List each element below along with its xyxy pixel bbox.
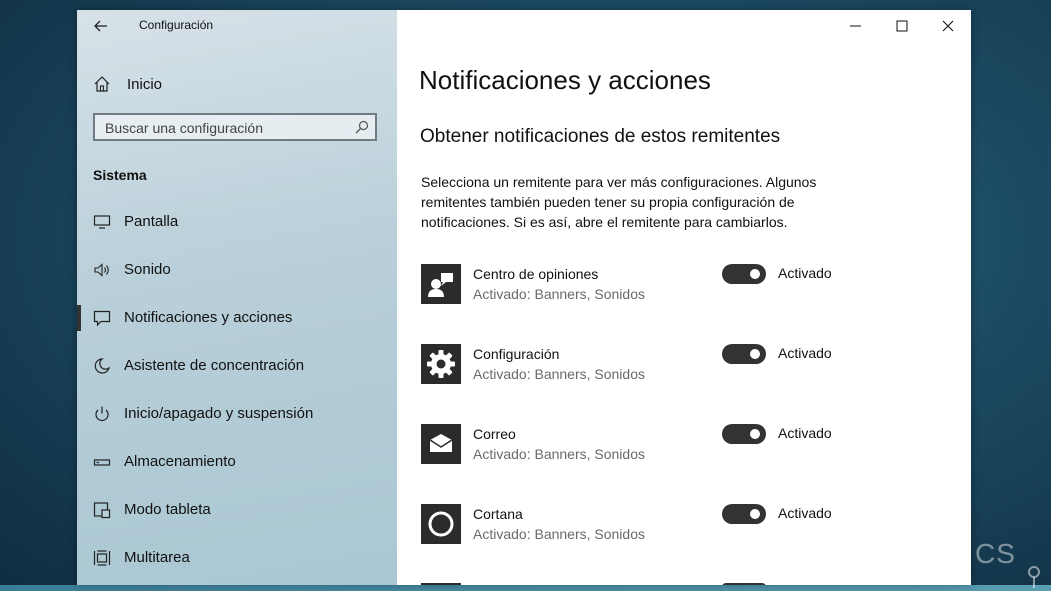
partial-sender-icon — [421, 583, 461, 585]
sidebar-item-label: Pantalla — [124, 213, 179, 230]
sidebar-item-home[interactable]: Inicio — [93, 72, 383, 96]
mail-icon — [421, 424, 461, 464]
settings-window: Configuración Inicio Sistema Pantalla — [77, 10, 971, 585]
sidebar-item-concentracion[interactable]: Asistente de concentración — [77, 351, 397, 381]
sidebar-item-pantalla[interactable]: Pantalla — [77, 207, 397, 237]
sender-status: Activado: Banners, Sonidos — [473, 286, 645, 302]
sidebar-item-multitarea[interactable]: Multitarea — [77, 543, 397, 573]
sidebar-item-label: Inicio/apagado y suspensión — [124, 405, 314, 422]
toggle-label: Activado — [778, 345, 832, 361]
sidebar-item-label: Notificaciones y acciones — [124, 309, 293, 326]
speaker-icon — [94, 263, 109, 277]
home-icon — [94, 76, 110, 92]
notification-icon — [93, 310, 111, 327]
cortana-icon — [421, 504, 461, 544]
sidebar-item-tableta[interactable]: Modo tableta — [77, 495, 397, 525]
sender-name: Centro de opiniones — [473, 266, 599, 282]
toggle-switch[interactable] — [722, 504, 766, 524]
toggle-knob — [750, 269, 760, 279]
window-title: Configuración — [139, 18, 214, 32]
toggle-switch[interactable] — [722, 344, 766, 364]
sender-row-cortana[interactable]: Cortana Activado: Banners, Sonidos Activ… — [421, 504, 921, 554]
main-content: Notificaciones y acciones Obtener notifi… — [397, 10, 971, 585]
power-icon — [95, 406, 109, 421]
description-text: Selecciona un remitente para ver más con… — [421, 174, 817, 230]
maximize-icon[interactable] — [887, 14, 917, 38]
sidebar-item-label: Modo tableta — [124, 501, 211, 518]
toggle-label: Activado — [778, 265, 832, 281]
sidebar-item-label: Inicio — [127, 75, 163, 93]
close-icon[interactable] — [933, 14, 963, 38]
sender-name: Cortana — [473, 506, 523, 522]
back-arrow-icon[interactable] — [91, 16, 111, 36]
toggle-switch[interactable] — [722, 264, 766, 284]
sender-status: Activado: Banners, Sonidos — [473, 526, 645, 542]
sender-name: Correo — [473, 426, 516, 442]
sender-row-configuracion[interactable]: Configuración Activado: Banners, Sonidos… — [421, 344, 921, 394]
tablet-icon — [93, 502, 111, 519]
watermark-pin-icon — [1028, 566, 1040, 588]
multitask-icon — [93, 550, 111, 566]
partial-toggle-switch — [722, 583, 766, 585]
watermark-text: CS — [975, 538, 1016, 569]
toggle-knob — [750, 429, 760, 439]
page-title: Notificaciones y acciones — [419, 65, 711, 95]
sidebar-item-label: Asistente de concentración — [124, 357, 305, 374]
toggle-switch[interactable] — [722, 424, 766, 444]
sidebar-item-apagado[interactable]: Inicio/apagado y suspensión — [77, 399, 397, 429]
sender-row-correo[interactable]: Correo Activado: Banners, Sonidos Activa… — [421, 424, 921, 474]
sidebar-item-label: Almacenamiento — [124, 453, 236, 470]
section-label-sistema: Sistema — [93, 167, 147, 183]
toggle-label: Activado — [778, 425, 832, 441]
feedback-hub-icon — [421, 264, 461, 304]
search-box[interactable] — [93, 113, 377, 141]
minimize-icon[interactable] — [841, 14, 871, 38]
gear-icon — [421, 344, 461, 384]
monitor-icon — [93, 215, 111, 229]
moon-icon — [94, 358, 111, 374]
sidebar-item-label: Sonido — [124, 261, 171, 278]
toggle-knob — [750, 349, 760, 359]
search-icon[interactable] — [355, 120, 369, 134]
sidebar-item-sonido[interactable]: Sonido — [77, 255, 397, 285]
sidebar-item-almacenamiento[interactable]: Almacenamiento — [77, 447, 397, 477]
titlebar-left: Configuración — [77, 10, 397, 42]
sender-status: Activado: Banners, Sonidos — [473, 366, 645, 382]
storage-icon — [93, 459, 111, 466]
toggle-label: Activado — [778, 505, 832, 521]
sidebar-item-label: Multitarea — [124, 549, 190, 566]
sidebar-item-notificaciones[interactable]: Notificaciones y acciones — [77, 303, 397, 333]
sender-row-centro-opiniones[interactable]: Centro de opiniones Activado: Banners, S… — [421, 264, 921, 314]
sender-name: Configuración — [473, 346, 560, 362]
desktop-background-strip — [0, 585, 1051, 591]
sender-status: Activado: Banners, Sonidos — [473, 446, 645, 462]
section-subtitle: Obtener notificaciones de estos remitent… — [420, 126, 781, 147]
search-input[interactable] — [95, 115, 357, 141]
toggle-knob — [750, 509, 760, 519]
sidebar: Configuración Inicio Sistema Pantalla — [77, 10, 397, 585]
